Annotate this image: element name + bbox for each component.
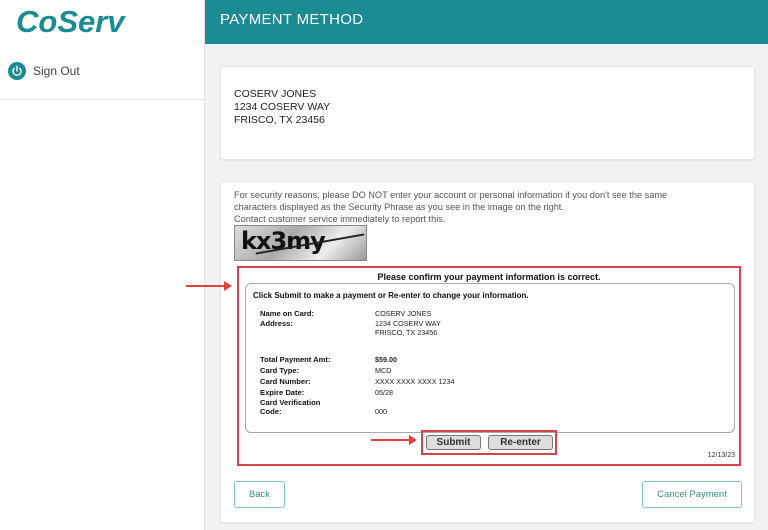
coserv-logo[interactable]: CoServ <box>16 4 188 38</box>
page-title: PAYMENT METHOD <box>220 11 364 28</box>
submit-button[interactable]: Submit <box>426 435 481 450</box>
sign-out-link[interactable]: Sign Out <box>0 52 205 100</box>
button-highlight: Submit Re-enter <box>421 430 557 455</box>
total-payment-value: $59.00 <box>375 355 397 364</box>
address-card: COSERV JONES 1234 COSERV WAY FRISCO, TX … <box>220 66 755 160</box>
name-on-card-value: COSERV JONES <box>375 309 432 318</box>
confirm-details: Click Submit to make a payment or Re-ent… <box>245 283 735 433</box>
logo-text: CoServ <box>16 4 126 38</box>
security-notice-line: characters displayed as the Security Phr… <box>234 202 564 212</box>
security-phrase-image: kx3my <box>234 225 367 261</box>
confirm-box: Please confirm your payment information … <box>237 266 741 466</box>
address-label: Address: <box>260 319 293 328</box>
card-number-label: Card Number: <box>260 377 311 386</box>
confirm-instruction: Click Submit to make a payment or Re-ent… <box>253 291 529 300</box>
annotation-arrow <box>186 281 232 291</box>
account-street: 1234 COSERV WAY <box>234 101 331 113</box>
security-notice-line: For security reasons, please DO NOT ente… <box>234 190 668 200</box>
name-on-card-label: Name on Card: <box>260 309 315 318</box>
security-notice-line: Contact customer service immediately to … <box>234 214 446 224</box>
total-payment-label: Total Payment Amt: <box>260 355 331 364</box>
account-name: COSERV JONES <box>234 88 317 100</box>
sign-out-label: Sign Out <box>33 64 80 78</box>
cvc-label-line2: Code: <box>260 407 282 416</box>
card-number-value: XXXX XXXX XXXX 1234 <box>375 377 455 386</box>
card-type-label: Card Type: <box>260 366 300 375</box>
sidebar: CoServ Sign Out <box>0 0 205 530</box>
expire-date-value: 05/28 <box>375 388 393 397</box>
expire-date-label: Expire Date: <box>260 388 305 397</box>
payment-confirmation-card: For security reasons, please DO NOT ente… <box>220 181 755 523</box>
back-button[interactable]: Back <box>234 481 285 508</box>
cancel-payment-button[interactable]: Cancel Payment <box>642 481 742 508</box>
security-notice: For security reasons, please DO NOT ente… <box>234 189 739 225</box>
confirm-title: Please confirm your payment information … <box>377 272 601 282</box>
reenter-button[interactable]: Re-enter <box>488 435 553 450</box>
cvc-label-line1: Card Verification <box>260 398 321 407</box>
card-type-value: MCD <box>375 366 392 375</box>
address-line1-value: 1234 COSERV WAY <box>375 319 441 328</box>
address-line2-value: FRISCO, TX 23456 <box>375 328 438 337</box>
security-phrase-text: kx3my <box>241 227 326 255</box>
cvc-value: 000 <box>375 407 387 416</box>
page-header: PAYMENT METHOD <box>205 0 768 44</box>
account-city: FRISCO, TX 23456 <box>234 114 325 126</box>
date-stamp: 12/13/23 <box>707 452 735 459</box>
annotation-arrow <box>371 435 417 445</box>
power-icon <box>8 62 26 80</box>
